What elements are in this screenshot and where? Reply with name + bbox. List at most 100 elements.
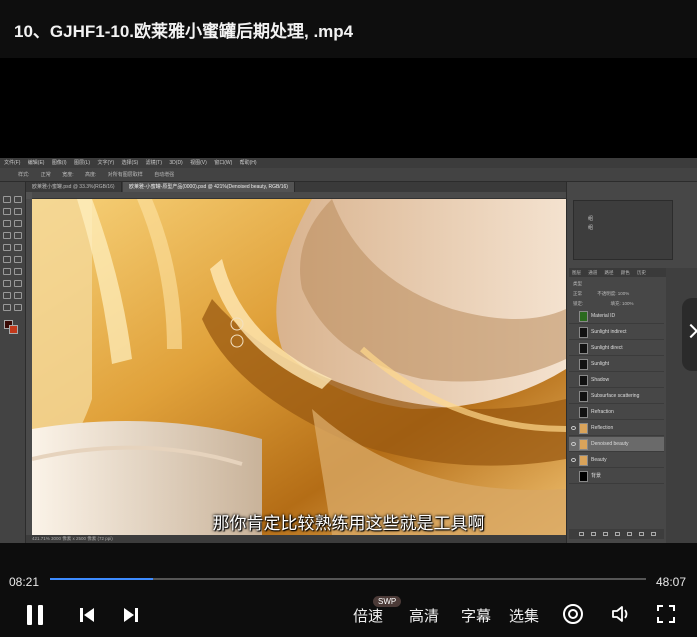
layer-thumbnail xyxy=(579,359,588,370)
shape-tool-icon xyxy=(14,292,22,299)
ps-canvas xyxy=(32,199,566,535)
layer-thumbnail xyxy=(579,455,588,466)
visibility-eye-icon[interactable] xyxy=(571,426,576,430)
layer-row[interactable]: Material ID xyxy=(569,309,664,324)
photoshop-screen: 文件(F) 编辑(E) 图像(I) 图层(L) 文字(Y) 选择(S) 滤镜(T… xyxy=(0,158,697,543)
video-area[interactable]: 文件(F) 编辑(E) 图像(I) 图层(L) 文字(Y) 选择(S) 滤镜(T… xyxy=(0,58,697,543)
layer-name: Subsurface scattering xyxy=(591,393,640,399)
layer-filter[interactable]: 类型 xyxy=(569,279,664,288)
progress-fill xyxy=(50,578,154,580)
ps-doc-tab-active: 欧莱雅-小蜜罐-原型产品(0000).psd @ 421%(Denoised b… xyxy=(123,182,295,192)
eyedropper-tool-icon xyxy=(14,220,22,227)
ps-menu-item: 3D(D) xyxy=(169,160,183,166)
layer-row[interactable]: Sunlight xyxy=(569,357,664,372)
ps-document-tabs: 欧莱雅小蜜罐.psd @ 33.3%(RGB/16) 欧莱雅-小蜜罐-原型产品(… xyxy=(26,182,566,192)
layer-row[interactable]: Refraction xyxy=(569,405,664,420)
layer-thumbnail xyxy=(579,423,588,434)
layer-row[interactable]: Subsurface scattering xyxy=(569,389,664,404)
ps-menu-item: 视图(V) xyxy=(190,160,207,166)
ps-menu-item: 文字(Y) xyxy=(97,160,115,166)
ps-option: 高度: xyxy=(84,172,97,178)
ps-menu-item: 帮助(H) xyxy=(239,160,257,166)
fullscreen-icon[interactable] xyxy=(655,603,677,625)
layer-name: Sunlight indirect xyxy=(591,329,627,335)
layers-tab[interactable]: 图层 xyxy=(572,270,581,275)
layer-thumbnail xyxy=(579,375,588,386)
previous-icon[interactable] xyxy=(78,606,96,624)
quality-button[interactable]: 高清 xyxy=(409,605,439,626)
visibility-eye-icon[interactable] xyxy=(571,458,576,462)
episodes-button[interactable]: 选集 xyxy=(509,605,539,626)
ps-option: 对所有图层取样 xyxy=(107,172,143,178)
layer-blend-mode[interactable]: 正常 不透明度: 100% xyxy=(569,289,664,298)
layer-thumbnail xyxy=(579,327,588,338)
layer-thumbnail xyxy=(579,407,588,418)
channels-tab[interactable]: 通道 xyxy=(588,270,597,275)
layer-name: 背景 xyxy=(591,473,602,479)
ps-status-bar: 421.71% 3000 像素 x 2500 像素 (72 ppi) xyxy=(26,535,566,543)
layer-lock-row: 锁定: 填充: 100% xyxy=(569,299,664,308)
layer-thumbnail xyxy=(579,343,588,354)
chevron-right-icon xyxy=(683,323,697,339)
ps-right-panels: 组 组 图层 通道 路径 颜色 历史 类型 正常 不透明度: 100% 锁定: … xyxy=(566,182,697,543)
stamp-tool-icon xyxy=(3,244,11,251)
horizontal-ruler xyxy=(32,192,566,199)
gradient-tool-icon xyxy=(14,256,22,263)
speed-button[interactable]: 倍速 xyxy=(353,605,383,626)
layer-thumbnail xyxy=(579,471,588,482)
layer-name: Denoised beauty xyxy=(591,441,629,447)
ps-menu-item: 窗口(W) xyxy=(214,160,233,166)
pen-tool-icon xyxy=(3,280,11,287)
layer-row[interactable]: Sunlight direct xyxy=(569,341,664,356)
ps-menu-item: 编辑(E) xyxy=(27,160,45,166)
ps-options-bar: 样式: 正常 宽度: 高度: 对所有图层取样 自动增强 xyxy=(0,168,697,182)
zoom-tool-icon xyxy=(14,304,22,311)
properties-panel: 组 组 xyxy=(573,200,673,260)
color-tab[interactable]: 颜色 xyxy=(621,270,630,275)
duration-time: 48:07 xyxy=(656,575,687,589)
brush-tool-icon xyxy=(14,232,22,239)
marquee-tool-icon xyxy=(14,196,22,203)
ps-menu-item: 文件(F) xyxy=(4,160,21,166)
paths-tab[interactable]: 路径 xyxy=(605,270,614,275)
progress-bar[interactable] xyxy=(50,578,646,580)
ps-menu-item: 选择(S) xyxy=(121,160,139,166)
background-color-swatch xyxy=(9,325,18,334)
heal-tool-icon xyxy=(3,232,11,239)
layer-name: Beauty xyxy=(591,457,607,463)
next-episode-button[interactable] xyxy=(682,298,697,371)
blend-mode-value: 正常 xyxy=(573,291,582,296)
layers-panel-tabs: 图层 通道 路径 颜色 历史 xyxy=(569,268,666,277)
next-icon[interactable] xyxy=(122,606,140,624)
layer-thumbnail xyxy=(579,439,588,450)
volume-icon[interactable] xyxy=(610,603,632,625)
ps-menubar: 文件(F) 编辑(E) 图像(I) 图层(L) 文字(Y) 选择(S) 滤镜(T… xyxy=(0,158,697,168)
layer-row[interactable]: Shadow xyxy=(569,373,664,388)
type-tool-icon xyxy=(14,280,22,287)
layer-name: Material ID xyxy=(591,313,616,319)
layer-row[interactable]: Sunlight indirect xyxy=(569,325,664,340)
path-tool-icon xyxy=(3,292,11,299)
ps-menu-item: 图层(L) xyxy=(73,160,91,166)
layer-row[interactable]: 背景 xyxy=(569,469,664,484)
ps-doc-tab: 欧莱雅小蜜罐.psd @ 33.3%(RGB/16) xyxy=(26,182,122,192)
ps-option: 自动增强 xyxy=(154,172,175,178)
layer-name: Sunlight xyxy=(591,361,610,367)
pause-icon[interactable] xyxy=(24,603,46,627)
ps-menu-item: 滤镜(T) xyxy=(145,160,162,166)
eraser-tool-icon xyxy=(3,256,11,263)
layer-row-selected[interactable]: Denoised beauty xyxy=(569,437,664,452)
layer-row[interactable]: Reflection xyxy=(569,421,664,436)
layer-name: Refraction xyxy=(591,409,614,415)
layer-thumbnail xyxy=(579,391,588,402)
layer-row[interactable]: Beauty xyxy=(569,453,664,468)
visibility-eye-icon[interactable] xyxy=(571,442,576,446)
subtitle-button[interactable]: 字幕 xyxy=(461,605,491,626)
blur-tool-icon xyxy=(3,268,11,275)
danmaku-icon[interactable] xyxy=(562,603,584,625)
history-tab[interactable]: 历史 xyxy=(637,270,646,275)
ps-option: 样式: xyxy=(18,172,30,178)
panel-row: 组 xyxy=(588,225,594,231)
player-controls: 08:21 48:07 SWP 倍速 高清 字幕 选集 xyxy=(0,543,697,637)
lock-label: 锁定: xyxy=(573,301,584,306)
